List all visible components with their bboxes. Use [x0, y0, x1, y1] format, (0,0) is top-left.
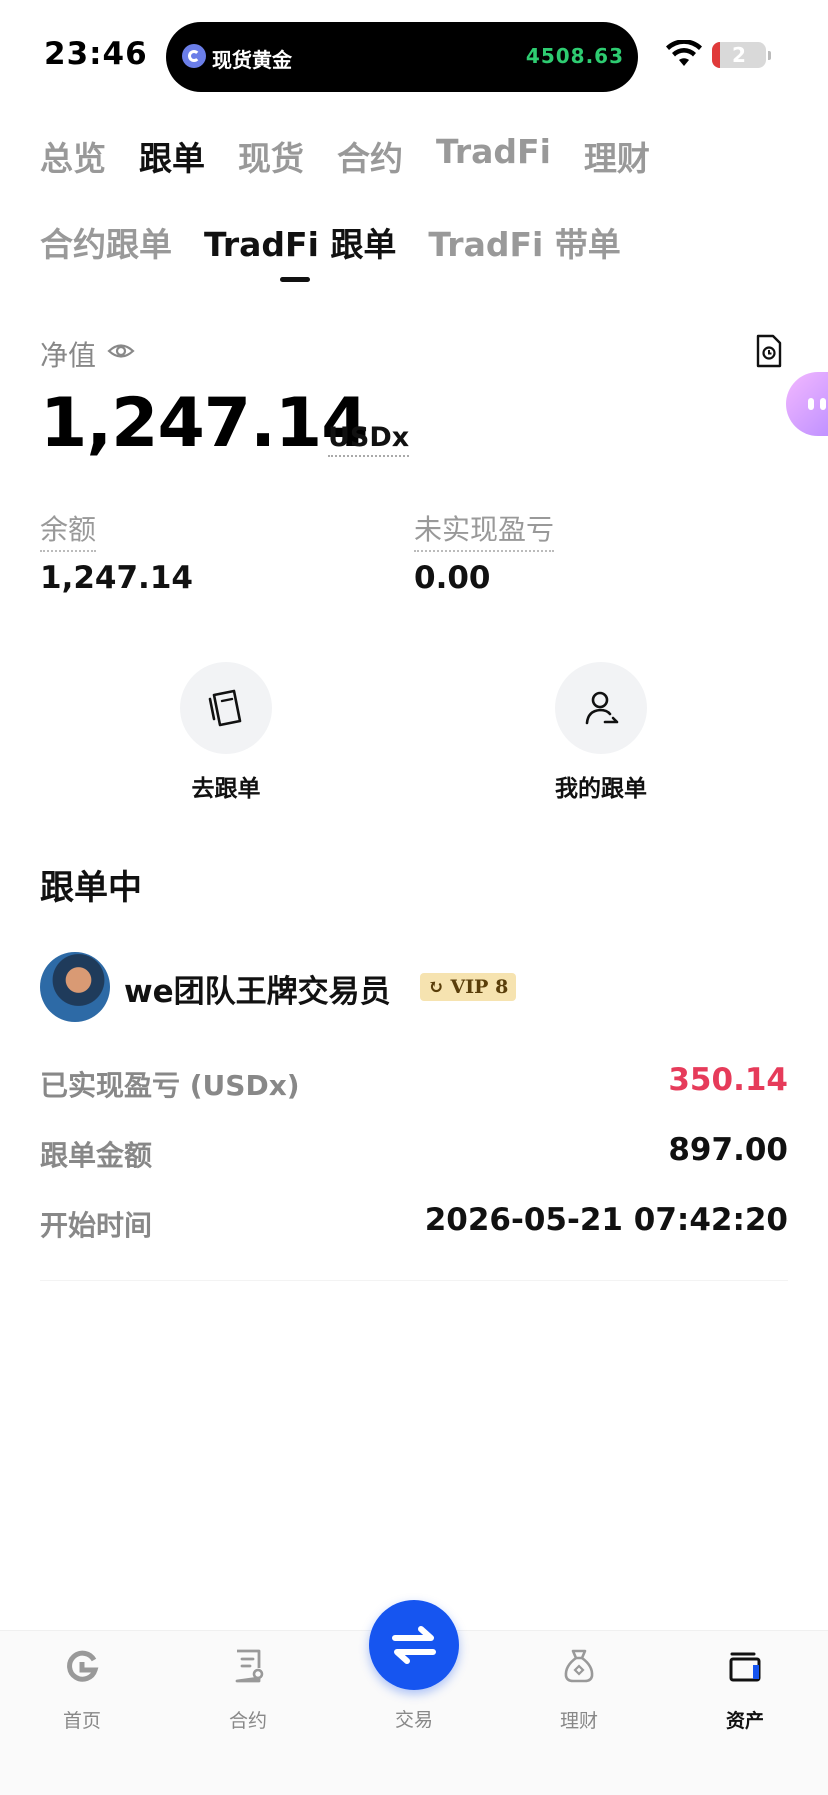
trader-name[interactable]: we团队王牌交易员 — [124, 966, 391, 1011]
tab-finance[interactable]: 理财 — [584, 132, 650, 180]
tab-spot[interactable]: 现货 — [238, 132, 304, 180]
my-copy-circle — [555, 662, 647, 754]
home-logo-icon — [67, 1650, 99, 1682]
sub-tabs: 合约跟单 TradFi 跟单 TradFi 带单 — [40, 218, 653, 266]
nav-assets-label: 资产 — [725, 1710, 764, 1732]
tab-copy-trading[interactable]: 跟单 — [139, 132, 205, 180]
top-tabs: 总览 跟单 现货 合约 TradFi 理财 — [40, 132, 683, 180]
balance-label[interactable]: 余额 — [40, 508, 97, 552]
section-title-copying: 跟单中 — [40, 868, 142, 908]
battery-icon: 2 — [712, 42, 766, 68]
nav-home-label: 首页 — [62, 1710, 101, 1732]
trader-avatar[interactable] — [40, 952, 110, 1022]
user-copy-icon — [585, 691, 619, 725]
nav-home[interactable]: 首页 — [27, 1648, 137, 1733]
nav-contract-label: 合约 — [228, 1710, 267, 1732]
realized-pnl-value: 350.14 — [668, 1062, 788, 1098]
copy-amount-label: 跟单金额 — [40, 1139, 153, 1172]
go-copy-label: 去跟单 — [191, 776, 261, 802]
status-bar: 23:46 现货黄金 4508.63 2 — [0, 0, 828, 110]
start-time-value: 2026-05-21 07:42:20 — [424, 1202, 788, 1238]
ai-assistant-bubble[interactable] — [786, 372, 828, 436]
island-label: 现货黄金 — [212, 48, 292, 72]
tab-futures[interactable]: 合约 — [337, 132, 403, 180]
tab-overview[interactable]: 总览 — [40, 132, 106, 180]
gate-logo-icon — [182, 44, 206, 68]
wifi-icon — [666, 40, 702, 66]
go-copy-button[interactable]: 去跟单 — [156, 662, 296, 803]
my-copy-label: 我的跟单 — [555, 776, 647, 802]
balance-value: 1,247.14 — [40, 560, 193, 596]
subtab-tradfi-copy[interactable]: TradFi 跟单 — [204, 218, 396, 266]
swap-arrows-icon — [392, 1626, 436, 1664]
unrealized-pnl-label[interactable]: 未实现盈亏 — [414, 508, 555, 552]
eye-icon[interactable] — [107, 339, 135, 363]
subtab-futures-copy[interactable]: 合约跟单 — [40, 218, 172, 266]
money-bag-icon — [564, 1649, 594, 1683]
net-value-label: 净值 — [40, 339, 97, 372]
vip-badge: ↻ VIP 8 — [420, 973, 517, 1001]
wallet-icon — [729, 1652, 761, 1682]
net-value: 1,247.14 — [40, 384, 369, 463]
island-price: 4508.63 — [525, 44, 624, 68]
divider — [40, 1280, 788, 1281]
net-value-unit[interactable]: USDx — [328, 422, 410, 457]
start-time-label: 开始时间 — [40, 1209, 153, 1242]
go-copy-circle — [180, 662, 272, 754]
copy-amount-value: 897.00 — [668, 1132, 788, 1168]
active-subtab-indicator — [280, 277, 310, 282]
my-copy-button[interactable]: 我的跟单 — [531, 662, 671, 803]
nav-finance[interactable]: 理财 — [524, 1648, 634, 1733]
nav-contract[interactable]: 合约 — [193, 1648, 303, 1733]
nav-assets[interactable]: 资产 — [690, 1648, 800, 1733]
subtab-tradfi-lead[interactable]: TradFi 带单 — [428, 218, 620, 266]
history-document-icon[interactable] — [755, 334, 783, 368]
cards-icon — [208, 689, 242, 727]
unrealized-pnl-value: 0.00 — [414, 560, 491, 596]
tab-tradfi[interactable]: TradFi — [436, 132, 551, 180]
battery-level: 2 — [732, 43, 746, 67]
realized-pnl-label: 已实现盈亏 (USDx) — [40, 1069, 300, 1102]
vip-logo-icon: ↻ — [428, 976, 444, 998]
contract-icon — [235, 1649, 264, 1683]
dynamic-island-live-activity[interactable]: 现货黄金 4508.63 — [166, 22, 638, 92]
nav-trade-label[interactable]: 交易 — [369, 1705, 459, 1732]
trade-button[interactable] — [369, 1600, 459, 1690]
status-time: 23:46 — [44, 36, 148, 72]
vip-level: VIP 8 — [450, 976, 509, 998]
nav-finance-label: 理财 — [559, 1710, 598, 1732]
